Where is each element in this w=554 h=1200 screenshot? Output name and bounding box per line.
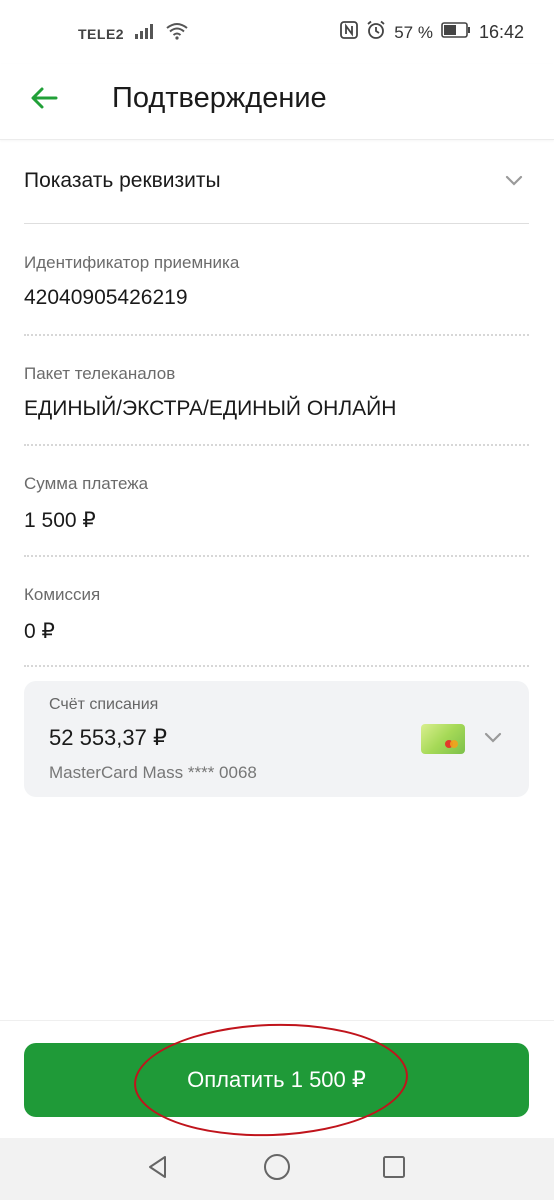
field-label: Сумма платежа [24,474,149,493]
back-arrow-icon [30,86,58,115]
field-commission: Комиссия 0 ₽ [24,557,529,667]
back-button[interactable] [24,80,64,120]
field-payment-amount: Сумма платежа 1 500 ₽ [24,446,529,557]
status-right: 57 % 16:42 [340,20,524,45]
nav-recents-button[interactable] [377,1152,411,1186]
field-label: Пакет телеканалов [24,364,176,383]
mastercard-card-icon [421,724,465,754]
field-tv-package: Пакет телеканалов ЕДИНЫЙ/ЭКСТРА/ЕДИНЫЙ О… [24,336,529,446]
debit-account-selector[interactable]: Счёт списания 52 553,37 ₽ MasterCard Mas… [24,681,529,797]
status-left: TELE2 [78,22,188,45]
account-balance: 52 553,37 ₽ [49,725,167,750]
field-value: 1 500 ₽ [24,509,96,532]
nfc-icon [340,21,359,44]
pay-button-label: Оплатить 1 500 ₽ [187,1067,366,1092]
carrier-name: TELE2 [78,25,125,42]
account-card-name: MasterCard Mass **** 0068 [49,763,257,782]
app-header: Подтверждение [0,64,554,140]
system-nav-bar [0,1138,554,1200]
nav-home-button[interactable] [260,1152,294,1186]
field-label: Идентификатор приемника [24,253,240,272]
pay-button[interactable]: Оплатить 1 500 ₽ [24,1043,529,1117]
battery-icon [441,22,471,43]
nav-back-button[interactable] [141,1152,175,1186]
show-details-label: Показать реквизиты [24,169,221,192]
status-time: 16:42 [478,22,524,42]
signal-icon [134,23,156,44]
field-value: 42040905426219 [24,286,188,309]
chevron-down-icon [484,731,502,749]
status-bar: TELE2 57 % 16:42 [0,0,554,64]
battery-percent: 57 % [394,22,433,42]
field-receiver-id: Идентификатор приемника 42040905426219 [24,224,529,336]
chevron-down-icon [505,174,523,192]
nav-home-icon [263,1153,291,1186]
field-value: ЕДИНЫЙ/ЭКСТРА/ЕДИНЫЙ ОНЛАЙН [24,397,397,420]
field-label: Комиссия [24,585,101,604]
field-value: 0 ₽ [24,620,55,643]
alarm-icon [366,20,386,45]
show-details-toggle[interactable]: Показать реквизиты [24,140,529,224]
wifi-icon [166,22,188,45]
nav-back-icon [145,1154,171,1185]
account-label: Счёт списания [49,696,159,713]
page-title: Подтверждение [112,82,327,114]
nav-recents-icon [381,1154,407,1185]
bottom-action-area: Оплатить 1 500 ₽ [0,1019,554,1141]
